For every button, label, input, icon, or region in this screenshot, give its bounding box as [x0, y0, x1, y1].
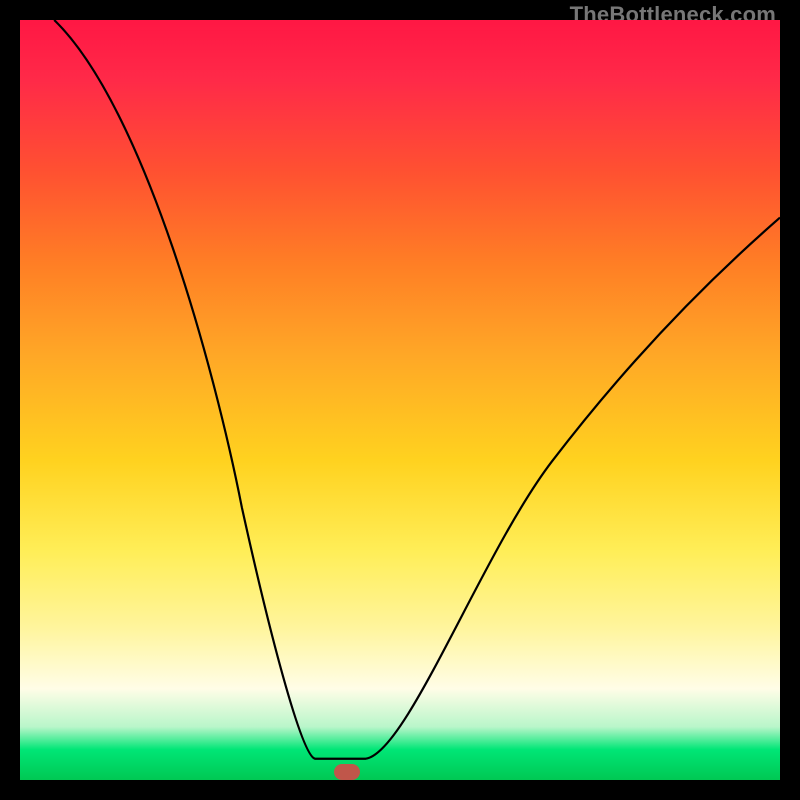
- gradient-background: [20, 20, 780, 780]
- chart-frame: [20, 20, 780, 780]
- optimal-point-marker: [334, 764, 360, 780]
